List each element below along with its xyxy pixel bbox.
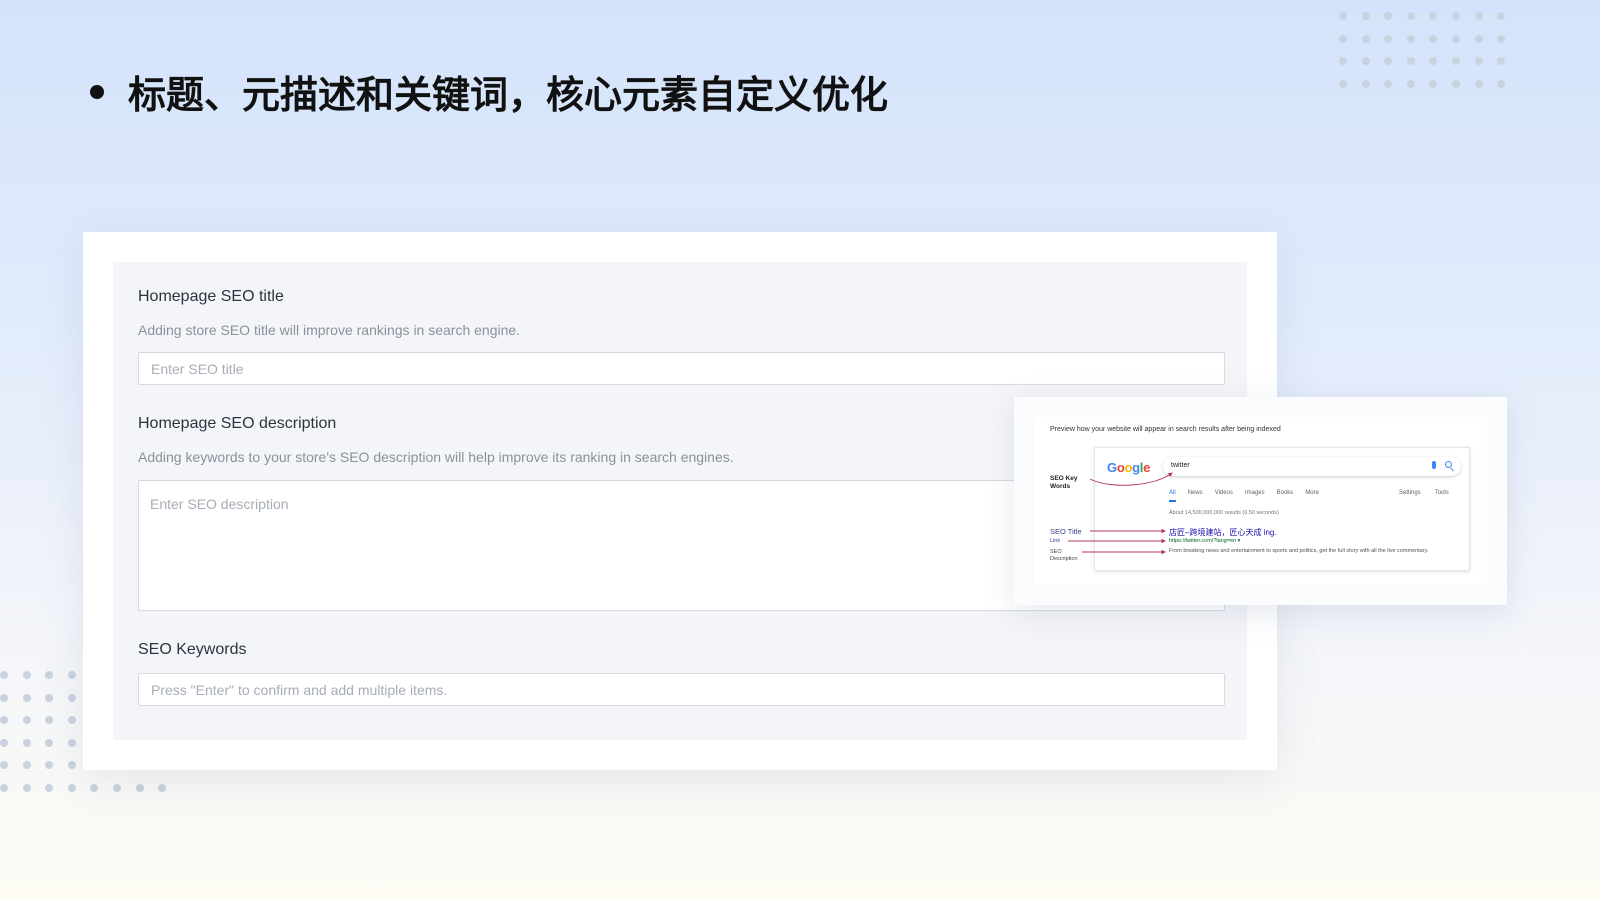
seo-keywords-label: SEO Keywords bbox=[138, 641, 247, 658]
seo-title-label: Homepage SEO title bbox=[138, 288, 284, 305]
seo-description-label: Homepage SEO description bbox=[138, 415, 337, 432]
seo-description-help: Adding keywords to your store's SEO desc… bbox=[138, 449, 734, 465]
slide-headline: 标题、元描述和关键词，核心元素自定义优化 bbox=[90, 64, 888, 119]
annotation-arrows bbox=[1068, 472, 1173, 555]
arrow-keywords bbox=[1089, 472, 1173, 486]
dot-pattern-left bbox=[0, 671, 76, 769]
headline-text: 标题、元描述和关键词，核心元素自定义优化 bbox=[128, 73, 889, 117]
dot-pattern-top-right bbox=[1339, 12, 1506, 88]
dot-pattern-left-row bbox=[0, 784, 167, 792]
search-preview-panel: Preview how your website will appear in … bbox=[1034, 417, 1487, 585]
bullet-icon bbox=[90, 84, 104, 99]
seo-keywords-input[interactable] bbox=[138, 673, 1225, 706]
seo-title-input[interactable] bbox=[138, 352, 1225, 385]
seo-title-help: Adding store SEO title will improve rank… bbox=[138, 322, 521, 338]
search-preview-popup: Preview how your website will appear in … bbox=[1014, 397, 1507, 605]
